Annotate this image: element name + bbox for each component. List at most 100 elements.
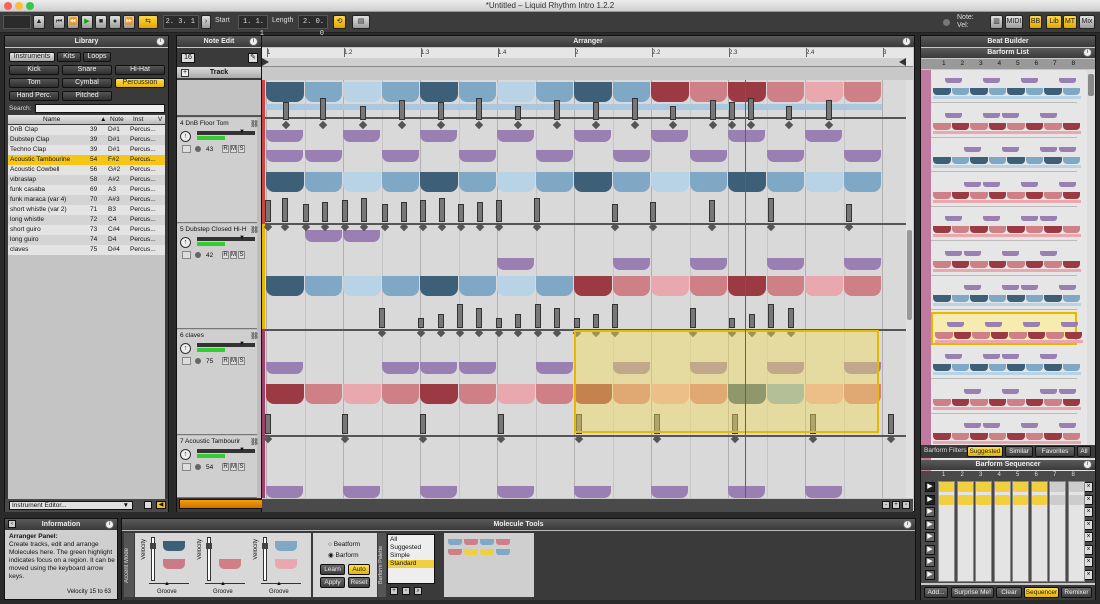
sequencer-row-remove-icon[interactable]: × <box>1084 569 1093 580</box>
palette-thumbnail[interactable] <box>448 539 462 545</box>
track-r-button[interactable]: R <box>222 251 229 259</box>
note-stem[interactable] <box>554 308 560 328</box>
track-s-button[interactable]: S <box>238 463 245 471</box>
sequencer-info-icon[interactable]: i <box>1083 460 1092 469</box>
sequencer-cell[interactable] <box>1050 482 1065 492</box>
zoom-fit-icon[interactable]: ▫ <box>902 501 910 509</box>
note-stem[interactable] <box>322 202 328 222</box>
palette-thumbnail[interactable] <box>448 549 462 555</box>
beatform-block[interactable] <box>574 130 611 142</box>
column-inst[interactable]: Inst <box>133 115 143 124</box>
beatform-block[interactable] <box>304 230 342 242</box>
palette-thumbnail[interactable] <box>496 549 510 555</box>
note-stem[interactable] <box>729 318 735 328</box>
sequencer-row-play-icon[interactable]: ▶ <box>925 519 935 530</box>
molecule-block[interactable] <box>497 172 535 192</box>
tempo-field[interactable] <box>3 15 31 29</box>
note-stem[interactable] <box>612 204 618 222</box>
note-stem[interactable] <box>476 98 482 120</box>
note-stem[interactable] <box>554 100 560 120</box>
molecule-block[interactable] <box>343 172 381 192</box>
track-square-icon[interactable] <box>182 357 191 365</box>
mt-button[interactable]: MT <box>1063 15 1077 29</box>
sequencer-cell[interactable] <box>994 494 1010 505</box>
sequencer-cell[interactable] <box>939 494 954 505</box>
fast-forward-icon[interactable]: ⏩ <box>123 15 135 29</box>
beatform-block[interactable] <box>381 362 419 374</box>
barform-scrollbar[interactable] <box>1087 70 1095 476</box>
note-stem[interactable] <box>670 106 676 120</box>
note-stem[interactable] <box>786 106 792 120</box>
beatform-block[interactable] <box>805 486 842 498</box>
sequencer-row-remove-icon[interactable]: × <box>1084 557 1093 567</box>
molecule-block[interactable] <box>728 82 766 102</box>
note-stem[interactable] <box>320 98 326 120</box>
library-row[interactable]: long whistle 72 C4 Percus... <box>8 215 165 225</box>
note-stem[interactable] <box>458 204 464 222</box>
barform-row[interactable] <box>931 243 1081 276</box>
note-stem[interactable] <box>749 314 755 328</box>
molecule-block[interactable] <box>497 276 535 296</box>
apply-button[interactable]: Apply <box>320 577 345 588</box>
molecule-block[interactable] <box>843 82 881 102</box>
sequencer-row-remove-icon[interactable]: × <box>1084 532 1093 542</box>
molecule-block[interactable] <box>304 276 342 296</box>
barform-row[interactable] <box>931 277 1081 310</box>
track-header[interactable]: 6 claves ⛓ ↑ ▼ 75 R M S <box>177 330 259 435</box>
molecule-block[interactable] <box>343 276 381 296</box>
note-stem[interactable] <box>360 106 366 120</box>
beatform-block[interactable] <box>458 150 496 162</box>
track-r-button[interactable]: R <box>222 145 229 153</box>
note-stem[interactable] <box>768 198 774 222</box>
note-stem[interactable] <box>420 200 426 222</box>
surprise-me--button[interactable]: Surprise Me! <box>951 587 994 598</box>
zoom-in-icon[interactable]: + <box>892 501 900 509</box>
loop-length-icon[interactable]: ⟲ <box>333 15 346 29</box>
timeline-ruler[interactable]: 1 1.2 1.3 1.4 2 2.2 2.3 2.4 3 <box>262 48 913 67</box>
speaker-icon[interactable]: ◀ <box>156 501 166 509</box>
beatform-block[interactable] <box>266 150 303 162</box>
category-pitched[interactable]: Pitched <box>62 91 112 101</box>
pencil-icon[interactable]: ✎ <box>248 53 258 63</box>
beatform-block[interactable] <box>766 258 804 270</box>
beatform-block[interactable] <box>612 150 650 162</box>
play-icon[interactable]: ▶ <box>81 15 93 29</box>
track-volume-slider[interactable] <box>197 131 255 135</box>
playhead[interactable] <box>745 80 746 498</box>
sequencer-row-play-icon[interactable]: ▶ <box>925 482 935 492</box>
category-percussion[interactable]: Percussion <box>115 78 165 88</box>
library-row[interactable]: Acoustic Tambourine 54 F#2 Percus... <box>8 155 165 165</box>
molecule-block[interactable] <box>381 384 419 404</box>
note-stem[interactable] <box>438 102 444 120</box>
track-link-icon[interactable]: ⛓ <box>250 226 259 234</box>
sequencer-row-play-icon[interactable]: ▶ <box>925 569 935 580</box>
molecule-block[interactable] <box>574 172 612 192</box>
note-stem[interactable] <box>748 98 754 120</box>
note-stem[interactable] <box>650 202 656 222</box>
molecule-block[interactable] <box>458 172 496 192</box>
molecule-block[interactable] <box>266 384 304 404</box>
note-stem[interactable] <box>379 308 385 328</box>
collapse-info-icon[interactable]: ‹ <box>8 520 16 528</box>
sequencer-cell[interactable] <box>1013 482 1028 492</box>
reset-button[interactable]: Reset <box>348 577 370 588</box>
barform-row[interactable] <box>931 346 1081 379</box>
molecule-block[interactable] <box>458 384 496 404</box>
zoom-window-icon[interactable] <box>26 2 34 10</box>
beatform-block[interactable] <box>420 486 457 498</box>
note-stem[interactable] <box>439 198 445 222</box>
sequencer-row-play-icon[interactable]: ▶ <box>925 532 935 542</box>
sequencer-row-play-icon[interactable]: ▶ <box>925 544 935 555</box>
molecule-block[interactable] <box>458 276 496 296</box>
track-link-icon[interactable]: ⛓ <box>250 438 259 446</box>
library-square-icon[interactable] <box>144 501 152 509</box>
track-pan-knob-icon[interactable]: ↑ <box>180 237 191 248</box>
sequencer-cell[interactable] <box>976 482 991 492</box>
molecule-block[interactable] <box>535 82 573 102</box>
loop-icon[interactable]: ⇆ <box>138 15 158 29</box>
position-arrow-icon[interactable]: › <box>201 15 211 29</box>
note-stem[interactable] <box>788 308 794 328</box>
library-row[interactable]: claves 75 D#4 Percus... <box>8 245 165 255</box>
track-square-icon[interactable] <box>182 251 191 259</box>
palette-view-icon[interactable]: ▫ <box>402 587 410 595</box>
